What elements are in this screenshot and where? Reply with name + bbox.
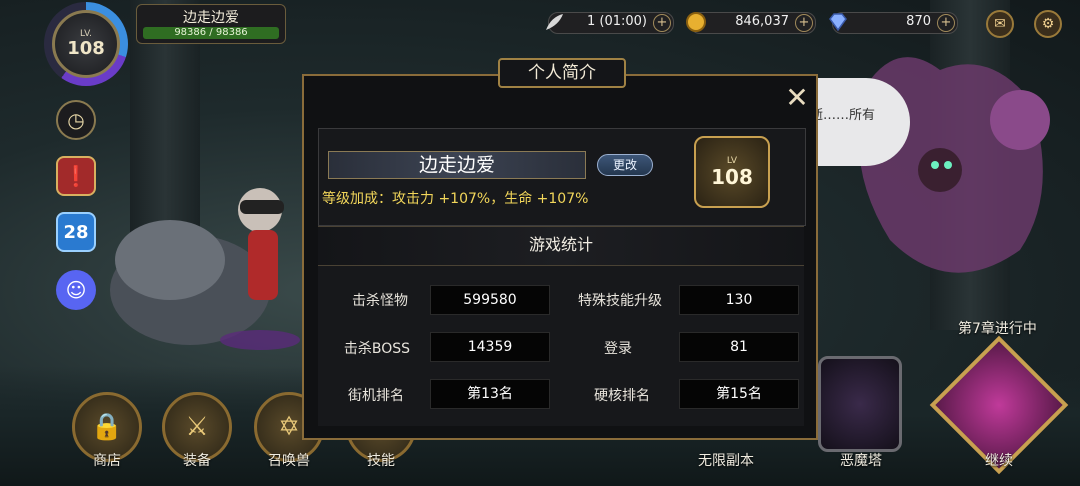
add-feather-button[interactable]: +: [653, 14, 671, 32]
player-name-bar: 边走边爱 98386 / 98386: [136, 4, 286, 44]
diamond-icon: [829, 13, 847, 32]
stat-label: 街机排名: [348, 388, 404, 404]
stat-label: 特殊技能升级: [578, 293, 662, 309]
stat-value: 81: [679, 332, 799, 362]
hero-character: [110, 188, 300, 350]
gold-resource: 846,037 +: [686, 12, 816, 34]
quest-book-icon[interactable]: ❗: [56, 156, 96, 196]
gold-coin-icon: [686, 12, 706, 32]
equipment-label: 装备: [183, 453, 211, 469]
stat-value: 第13名: [430, 379, 550, 409]
stat-label: 硬核排名: [594, 388, 650, 404]
stat-value: 第15名: [679, 379, 799, 409]
stat-value: 130: [679, 285, 799, 315]
stat-label: 击杀怪物: [352, 293, 408, 309]
discord-icon[interactable]: ☺: [56, 270, 96, 310]
shop-label: 商店: [93, 453, 121, 469]
badge-level: 108: [711, 165, 753, 189]
dialog-title: 个人简介: [498, 58, 626, 88]
add-gold-button[interactable]: +: [795, 14, 813, 32]
chapter-status: 第7章进行中: [958, 321, 1037, 337]
close-button[interactable]: ✕: [782, 84, 812, 112]
clock-icon[interactable]: ◷: [56, 100, 96, 140]
calendar-day: 28: [63, 221, 89, 243]
hp-bar: 98386 / 98386: [143, 27, 279, 39]
stat-value: 599580: [430, 285, 550, 315]
skills-label: 技能: [367, 453, 395, 469]
level-bonus-text: 等级加成：攻击力 +107%，生命 +107%: [322, 191, 589, 207]
feather-icon: [546, 14, 563, 30]
gold-value: 846,037: [735, 14, 789, 29]
continue-label: 继续: [985, 453, 1013, 469]
level-badge: LV 108: [694, 136, 770, 208]
stat-value: 14359: [430, 332, 550, 362]
player-avatar-button[interactable]: LV. 108: [52, 10, 120, 78]
player-name: 边走边爱: [183, 10, 239, 26]
calendar-icon[interactable]: 28: [56, 212, 96, 252]
feather-resource: 1 (01:00) +: [546, 12, 674, 34]
stat-label: 击杀BOSS: [343, 341, 410, 357]
gem-value: 870: [906, 14, 931, 29]
demon-tower-label: 恶魔塔: [840, 453, 882, 469]
demon-tower-button[interactable]: [818, 356, 902, 452]
stat-label: 登录: [604, 341, 632, 357]
player-level: 108: [67, 38, 105, 59]
stats-section-title: 游戏统计: [318, 226, 804, 266]
mail-icon[interactable]: ✉: [986, 10, 1014, 38]
gem-resource: 870 +: [829, 12, 958, 34]
add-gem-button[interactable]: +: [937, 14, 955, 32]
edit-name-button[interactable]: 更改: [597, 154, 653, 176]
endless-dungeon-label[interactable]: 无限副本: [682, 450, 770, 470]
settings-gear-icon[interactable]: ⚙: [1034, 10, 1062, 38]
profile-name: 边走边爱: [328, 151, 586, 179]
feather-value: 1 (01:00): [586, 14, 647, 29]
summon-label: 召唤兽: [268, 453, 310, 469]
